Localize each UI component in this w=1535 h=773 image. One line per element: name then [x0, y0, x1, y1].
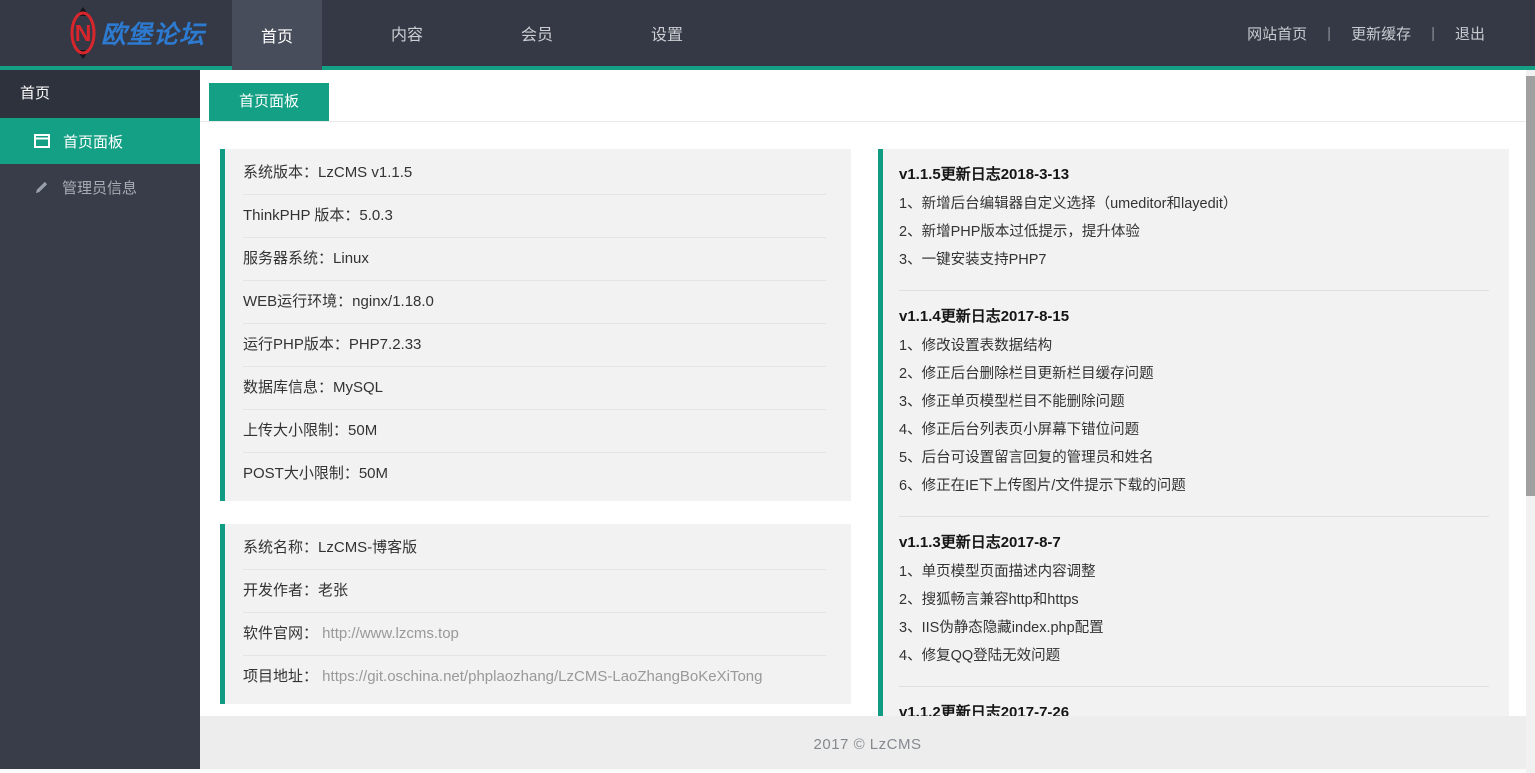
info-row: 数据库信息：MySQL: [243, 367, 826, 410]
info-row: 系统名称：LzCMS-博客版: [243, 527, 826, 570]
info-label: 数据库信息：: [243, 379, 334, 396]
info-row: 运行PHP版本：PHP7.2.33: [243, 324, 826, 367]
topnav-links: 网站首页 | 更新缓存 | 退出: [1245, 0, 1535, 66]
changelog-title: v1.1.3更新日志2017-8-7: [899, 534, 1061, 551]
footer-text: 2017 © LzCMS: [813, 736, 922, 753]
changelog-item: 2、新增PHP版本过低提示，提升体验: [899, 224, 1140, 240]
sidebar: 首页 首页面板管理员信息: [0, 70, 200, 773]
footer: 2017 © LzCMS: [200, 716, 1535, 773]
info-value: nginx/1.18.0: [352, 293, 434, 310]
info-label: POST大小限制：: [243, 465, 359, 482]
changelog-item: 1、新增后台编辑器自定义选择（umeditor和layedit）: [899, 196, 1238, 212]
logo[interactable]: N 欧堡论坛: [0, 0, 232, 66]
main-area: 首页面板 系统版本：LzCMS v1.1.5 ThinkPHP 版本：5.0.3 服…: [200, 70, 1535, 773]
info-row: 软件官网： http://www.lzcms.top: [243, 613, 826, 656]
info-value: LzCMS v1.1.5: [318, 164, 413, 181]
sidebar-item-admin-info[interactable]: 管理员信息: [0, 164, 200, 210]
changelog-section: v1.1.3更新日志2017-8-7 1、单页模型页面描述内容调整 2、搜狐畅言兼容…: [899, 517, 1489, 687]
info-label: 运行PHP版本：: [243, 336, 349, 353]
info-label: 上传大小限制：: [243, 422, 349, 439]
about-panel: 系统名称：LzCMS-博客版 开发作者：老张 软件官网： http://www.lz…: [220, 524, 851, 704]
changelog-item: 5、后台可设置留言回复的管理员和姓名: [899, 450, 1154, 466]
topnav-link-refresh-cache[interactable]: 更新缓存: [1349, 19, 1413, 48]
nav-tab-settings[interactable]: 设置: [622, 0, 712, 66]
info-label: 系统版本：: [243, 164, 319, 181]
info-label: 软件官网：: [243, 625, 319, 642]
changelog-item: 3、IIS伪静态隐藏index.php配置: [899, 620, 1104, 636]
topnav-separator: |: [1327, 24, 1332, 42]
changelog-section: v1.1.4更新日志2017-8-15 1、修改设置表数据结构 2、修正后台删除栏目…: [899, 291, 1489, 517]
changelog-item: 4、修正后台列表页小屏幕下错位问题: [899, 422, 1140, 438]
nav-accent-strip: [0, 66, 1535, 70]
sidebar-item-label: 管理员信息: [62, 179, 138, 197]
changelog-item: 1、单页模型页面描述内容调整: [899, 564, 1096, 580]
changelog-item: 2、搜狐畅言兼容http和https: [899, 592, 1079, 608]
tab-home-panel[interactable]: 首页面板: [209, 83, 330, 121]
sidebar-item-home-panel[interactable]: 首页面板: [0, 118, 200, 164]
logo-mark-icon: N: [70, 7, 96, 59]
topnav-link-logout[interactable]: 退出: [1453, 19, 1487, 48]
info-value: 老张: [318, 582, 349, 599]
changelog-item: 6、修正在IE下上传图片/文件提示下载的问题: [899, 478, 1186, 494]
nav-tab-content[interactable]: 内容: [362, 0, 452, 66]
info-value: 50M: [348, 422, 378, 439]
top-navbar: N 欧堡论坛 首页 内容 会员 设置 网站首页 | 更新缓存 | 退出: [0, 0, 1535, 70]
info-value: 5.0.3: [359, 207, 393, 224]
lzcms-admin-app: N 欧堡论坛 首页 内容 会员 设置 网站首页 | 更新缓存 | 退出 首页 首页面板 管理员信…: [0, 0, 1535, 773]
topnav-link-site-home[interactable]: 网站首页: [1245, 19, 1309, 48]
info-row: WEB运行环境：nginx/1.18.0: [243, 281, 826, 324]
svg-text:N: N: [75, 20, 92, 46]
info-value: MySQL: [333, 379, 384, 396]
bottom-strip: [0, 769, 1535, 773]
info-row: 上传大小限制：50M: [243, 410, 826, 453]
changelog-panel: v1.1.5更新日志2018-3-13 1、新增后台编辑器自定义选择（umedit…: [878, 149, 1509, 772]
layout: 首页 首页面板 管理员信息 首页面板 系统版本：LzCMS v1.1.5 Think…: [0, 70, 1535, 773]
changelog-title: v1.1.5更新日志2018-3-13: [899, 166, 1070, 183]
info-row: 服务器系统：Linux: [243, 238, 826, 281]
topnav-separator: |: [1431, 24, 1435, 42]
nav-tab-home[interactable]: 首页: [232, 0, 322, 70]
sidebar-section-title: 首页: [0, 70, 200, 118]
changelog-item: 4、修复QQ登陆无效问题: [899, 648, 1061, 664]
right-column: v1.1.5更新日志2018-3-13 1、新增后台编辑器自定义选择（umedit…: [878, 149, 1509, 772]
info-row: ThinkPHP 版本：5.0.3: [243, 195, 826, 238]
changelog-item: 2、修正后台删除栏目更新栏目缓存问题: [899, 366, 1154, 382]
changelog-item: 3、修正单页模型栏目不能删除问题: [899, 394, 1125, 410]
info-label: 系统名称：: [243, 539, 319, 556]
info-label: ThinkPHP 版本：: [243, 207, 360, 224]
info-row: POST大小限制：50M: [243, 453, 826, 495]
scrollbar-thumb[interactable]: [1526, 76, 1535, 496]
content: 系统版本：LzCMS v1.1.5 ThinkPHP 版本：5.0.3 服务器系统：…: [200, 122, 1535, 772]
system-info-panel: 系统版本：LzCMS v1.1.5 ThinkPHP 版本：5.0.3 服务器系统：…: [220, 149, 851, 501]
nav-tabs: 首页 内容 会员 设置: [232, 0, 752, 70]
sidebar-items: 首页面板 管理员信息: [0, 118, 200, 210]
left-column: 系统版本：LzCMS v1.1.5 ThinkPHP 版本：5.0.3 服务器系统：…: [220, 149, 851, 772]
info-row: 项目地址： https://git.oschina.net/phplaozhan…: [243, 656, 826, 698]
changelog-section: v1.1.5更新日志2018-3-13 1、新增后台编辑器自定义选择（umedit…: [899, 149, 1489, 291]
main-tab-row: 首页面板: [200, 70, 1535, 122]
info-value: LzCMS-博客版: [318, 539, 418, 556]
info-link[interactable]: https://git.oschina.net/phplaozhang/LzCM…: [318, 668, 762, 685]
window-icon: [34, 134, 50, 148]
info-value: 50M: [358, 465, 389, 482]
logo-text: 欧堡论坛: [101, 21, 206, 49]
changelog-item: 1、修改设置表数据结构: [899, 338, 1053, 354]
info-row: 开发作者：老张: [243, 570, 826, 613]
sidebar-item-label: 首页面板: [63, 133, 124, 151]
info-label: 项目地址：: [243, 668, 319, 685]
info-value: Linux: [333, 250, 369, 267]
changelog-title: v1.1.4更新日志2017-8-15: [899, 308, 1070, 325]
info-row: 系统版本：LzCMS v1.1.5: [243, 152, 826, 195]
pencil-icon: [34, 180, 49, 195]
changelog-item: 3、一键安装支持PHP7: [899, 252, 1047, 268]
info-label: 服务器系统：: [243, 250, 334, 267]
nav-tab-member[interactable]: 会员: [492, 0, 582, 66]
info-link[interactable]: http://www.lzcms.top: [318, 625, 459, 642]
info-label: 开发作者：: [243, 582, 319, 599]
info-label: WEB运行环境：: [243, 293, 353, 310]
info-value: PHP7.2.33: [348, 336, 422, 353]
page-scrollbar[interactable]: [1526, 70, 1535, 773]
